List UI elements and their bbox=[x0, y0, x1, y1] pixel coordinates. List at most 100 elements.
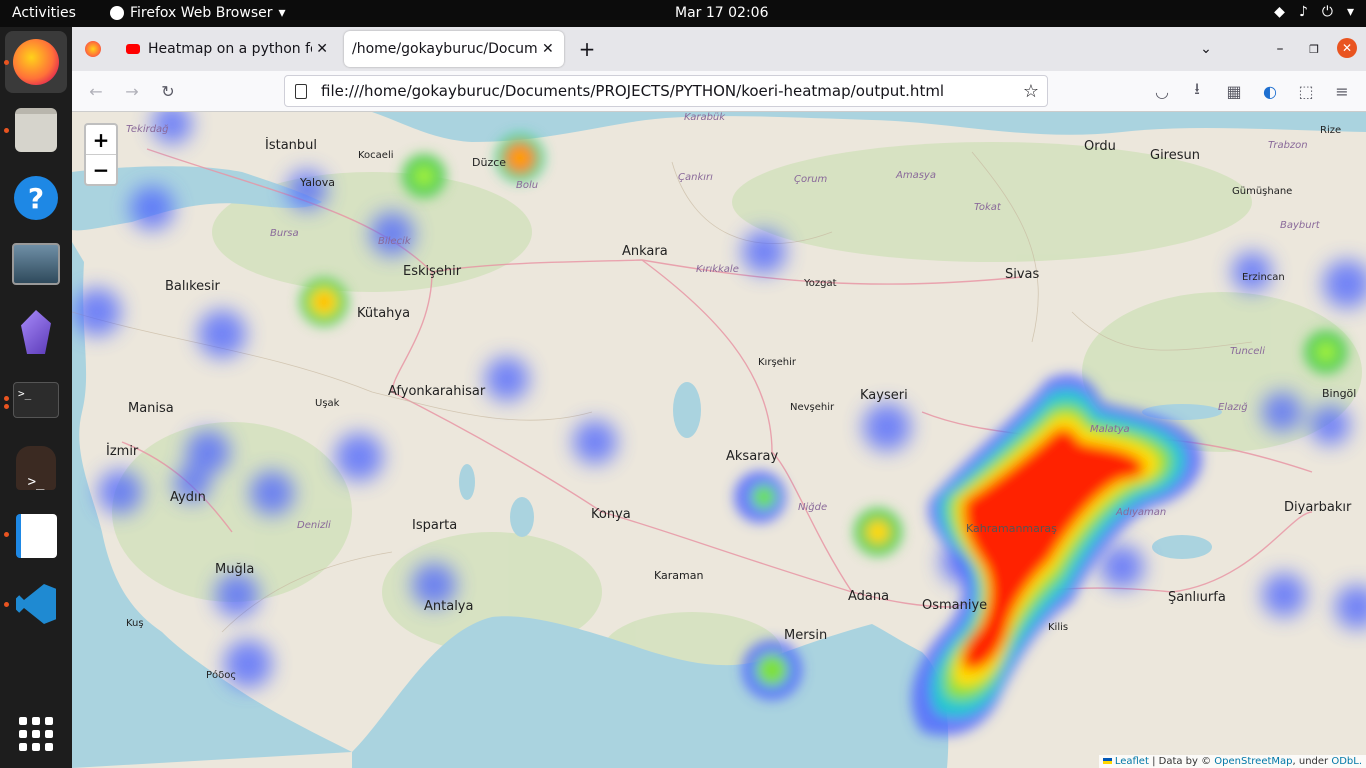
qr-extension-button[interactable]: ▦ bbox=[1222, 79, 1246, 103]
minimize-icon: – bbox=[1276, 41, 1284, 57]
arrow-left-icon: ← bbox=[89, 81, 103, 101]
map-label: Manisa bbox=[128, 401, 174, 416]
map-label: Çorum bbox=[794, 174, 828, 185]
map-label: Malatya bbox=[1090, 424, 1130, 435]
star-icon[interactable]: ☆ bbox=[1023, 81, 1039, 102]
maximize-button[interactable]: ❐ bbox=[1302, 31, 1326, 67]
hamburger-menu-icon: ≡ bbox=[1335, 81, 1349, 101]
map-label: Kayseri bbox=[860, 388, 908, 403]
map-label: Şanlıurfa bbox=[1168, 590, 1226, 605]
url-bar[interactable]: file:///home/gokayburuc/Documents/PROJEC… bbox=[284, 75, 1048, 107]
app-grid-icon bbox=[19, 717, 53, 751]
map-label: Çankırı bbox=[678, 172, 713, 183]
pocket-button[interactable]: ◡ bbox=[1150, 79, 1174, 103]
tab-title: /home/gokayburuc/Docume bbox=[352, 41, 538, 57]
qr-code-icon: ▦ bbox=[1226, 81, 1242, 101]
firefox-view-button[interactable] bbox=[80, 31, 106, 67]
leaflet-map[interactable]: İstanbul Kocaeli Düzce Bolu Yalova Bursa… bbox=[72, 112, 1366, 768]
map-label: Kırıkkale bbox=[696, 264, 739, 275]
map-label: Eskişehir bbox=[403, 264, 462, 279]
firefox-icon bbox=[13, 39, 59, 85]
files-icon bbox=[15, 108, 57, 152]
map-label: Balıkesir bbox=[165, 279, 220, 294]
firefox-icon bbox=[110, 6, 124, 20]
close-icon[interactable]: ✕ bbox=[542, 41, 554, 57]
app-menu-label: Firefox Web Browser bbox=[130, 5, 273, 21]
map-label: Aydın bbox=[170, 490, 206, 505]
map-attribution: Leaflet | Data by © OpenStreetMap, under… bbox=[1098, 755, 1366, 768]
map-label: Kırşehir bbox=[758, 357, 797, 368]
dock: ? >_ >_ bbox=[0, 27, 72, 768]
map-label: Ordu bbox=[1084, 139, 1116, 154]
map-label: Bilecik bbox=[378, 236, 411, 247]
map-label: Diyarbakır bbox=[1284, 500, 1352, 515]
dock-terminal[interactable]: >_ bbox=[5, 369, 67, 431]
map-label: İstanbul bbox=[265, 138, 318, 153]
firefox-window: Heatmap on a python foli ✕ /home/gokaybu… bbox=[72, 27, 1366, 768]
map-label: Yalova bbox=[300, 176, 335, 189]
new-tab-button[interactable]: + bbox=[574, 31, 600, 67]
map-label: Kahramanmaraş bbox=[966, 522, 1057, 535]
downloads-button[interactable]: ⭳ bbox=[1185, 79, 1209, 103]
activities-button[interactable]: Activities bbox=[12, 5, 76, 21]
ukraine-flag-icon bbox=[1102, 758, 1112, 764]
tab-output[interactable]: /home/gokayburuc/Docume ✕ bbox=[344, 31, 564, 67]
map-label: İzmir bbox=[106, 444, 139, 459]
map-label: Adana bbox=[848, 589, 890, 604]
dock-vscode[interactable] bbox=[5, 573, 67, 635]
tab-strip: Heatmap on a python foli ✕ /home/gokaybu… bbox=[72, 27, 1366, 71]
dock-gnome-terminal[interactable]: >_ bbox=[5, 437, 67, 499]
extension-icon: ◐ bbox=[1263, 81, 1277, 101]
text-editor-icon bbox=[15, 514, 57, 558]
reload-button[interactable]: ↻ bbox=[156, 79, 180, 103]
extension-button[interactable]: ◐ bbox=[1258, 79, 1282, 103]
map-label: Mersin bbox=[784, 628, 828, 643]
map-label: Bolu bbox=[516, 180, 539, 191]
list-all-tabs-button[interactable]: ⌄ bbox=[1194, 31, 1218, 67]
map-label: Tekirdağ bbox=[126, 124, 169, 135]
dock-obsidian[interactable] bbox=[5, 301, 67, 363]
tab-heatmap[interactable]: Heatmap on a python foli ✕ bbox=[118, 31, 336, 67]
dock-help[interactable]: ? bbox=[5, 167, 67, 229]
map-label: Karabük bbox=[684, 112, 726, 123]
odbl-link[interactable]: ODbL. bbox=[1331, 756, 1362, 767]
zoom-in-button[interactable]: + bbox=[86, 125, 116, 154]
dock-app-grid[interactable] bbox=[5, 703, 67, 765]
attribution-text: | Data by © bbox=[1148, 756, 1215, 767]
dock-media[interactable] bbox=[5, 233, 67, 295]
map-label: Denizli bbox=[297, 520, 331, 531]
map-label: Ankara bbox=[622, 244, 668, 259]
wifi-icon: ◆ bbox=[1274, 4, 1285, 20]
menu-button[interactable]: ≡ bbox=[1330, 79, 1354, 103]
pocket-icon: ◡ bbox=[1155, 81, 1169, 101]
extensions-button[interactable]: ⬚ bbox=[1294, 79, 1318, 103]
map-label: Gümüşhane bbox=[1232, 186, 1293, 197]
nav-bar: ← → ↻ file:///home/gokayburuc/Documents/… bbox=[72, 71, 1366, 112]
system-tray[interactable]: ◆ ♪ ⏻ ▾ bbox=[1274, 4, 1354, 20]
close-icon[interactable]: ✕ bbox=[316, 41, 328, 57]
heatmap-layer bbox=[73, 112, 1366, 736]
dock-firefox[interactable] bbox=[5, 31, 67, 93]
minimize-button[interactable]: – bbox=[1268, 31, 1292, 67]
app-menu[interactable]: Firefox Web Browser ▾ bbox=[110, 5, 286, 21]
map-label: Kuş bbox=[126, 618, 144, 629]
map-label: Giresun bbox=[1150, 148, 1200, 163]
arrow-right-icon: → bbox=[125, 81, 139, 101]
map-label: Bayburt bbox=[1280, 220, 1320, 231]
leaflet-link[interactable]: Leaflet bbox=[1115, 756, 1149, 767]
dock-files[interactable] bbox=[5, 99, 67, 161]
zoom-out-button[interactable]: − bbox=[86, 154, 116, 184]
dock-text-editor[interactable] bbox=[5, 505, 67, 567]
chevron-down-icon: ▾ bbox=[1346, 4, 1354, 20]
clock[interactable]: Mar 17 02:06 bbox=[675, 5, 768, 21]
close-window-button[interactable]: ✕ bbox=[1337, 38, 1357, 58]
map-label: Trabzon bbox=[1268, 140, 1308, 151]
back-button[interactable]: ← bbox=[84, 79, 108, 103]
forward-button[interactable]: → bbox=[120, 79, 144, 103]
osm-link[interactable]: OpenStreetMap bbox=[1214, 756, 1292, 767]
map-label: Sivas bbox=[1005, 267, 1040, 282]
map-label: Niğde bbox=[798, 502, 828, 513]
map-label: Afyonkarahisar bbox=[388, 384, 486, 399]
map-label: Konya bbox=[591, 507, 631, 522]
tab-title: Heatmap on a python foli bbox=[148, 41, 313, 57]
